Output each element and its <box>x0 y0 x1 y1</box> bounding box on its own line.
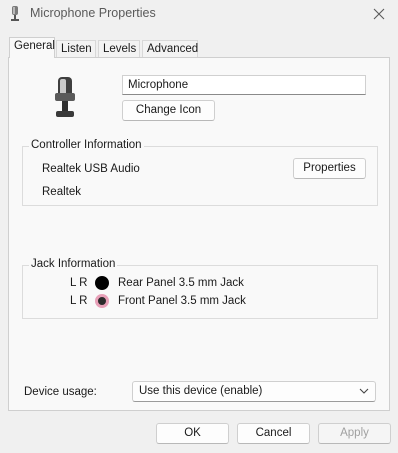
jack-color-indicator <box>95 294 109 308</box>
apply-button[interactable]: Apply <box>318 423 391 444</box>
tab-levels[interactable]: Levels <box>98 40 140 57</box>
jack-label: Front Panel 3.5 mm Jack <box>118 295 246 307</box>
apply-label: Apply <box>340 427 369 439</box>
jack-color-indicator <box>95 276 109 290</box>
jack-lr-label: L R <box>70 277 88 289</box>
cancel-button[interactable]: Cancel <box>237 423 310 444</box>
tab-general[interactable]: General <box>9 37 55 58</box>
close-button[interactable] <box>368 4 390 24</box>
microphone-device-icon <box>55 77 75 117</box>
device-usage-value: Use this device (enable) <box>139 385 263 397</box>
tab-listen[interactable]: Listen <box>56 40 96 57</box>
properties-label: Properties <box>303 162 356 174</box>
tab-advanced-label: Advanced <box>147 43 199 55</box>
change-icon-label: Change Icon <box>135 104 202 116</box>
jack-label: Rear Panel 3.5 mm Jack <box>118 277 244 289</box>
tab-advanced[interactable]: Advanced <box>142 40 198 57</box>
controller-name: Realtek USB Audio <box>42 163 140 175</box>
device-usage-select[interactable]: Use this device (enable) <box>132 381 376 402</box>
device-name-input[interactable] <box>122 75 366 95</box>
title-bar: Microphone Properties <box>0 0 398 30</box>
chevron-down-icon <box>359 388 369 394</box>
cancel-label: Cancel <box>255 427 292 439</box>
tab-levels-label: Levels <box>103 43 137 55</box>
properties-button[interactable]: Properties <box>293 158 366 179</box>
controller-vendor: Realtek <box>42 186 81 198</box>
jack-group-label: Jack Information <box>29 258 118 270</box>
ok-button[interactable]: OK <box>156 423 229 444</box>
microphone-icon <box>11 6 19 21</box>
window-title: Microphone Properties <box>30 6 156 20</box>
tab-listen-label: Listen <box>61 43 92 55</box>
change-icon-button[interactable]: Change Icon <box>122 100 215 121</box>
ok-label: OK <box>184 427 201 439</box>
close-icon <box>373 8 385 20</box>
jack-lr-label: L R <box>70 295 88 307</box>
jack-group <box>22 265 378 319</box>
device-usage-label: Device usage: <box>24 386 97 398</box>
tab-general-label: General <box>14 40 55 52</box>
controller-group-label: Controller Information <box>29 139 144 151</box>
